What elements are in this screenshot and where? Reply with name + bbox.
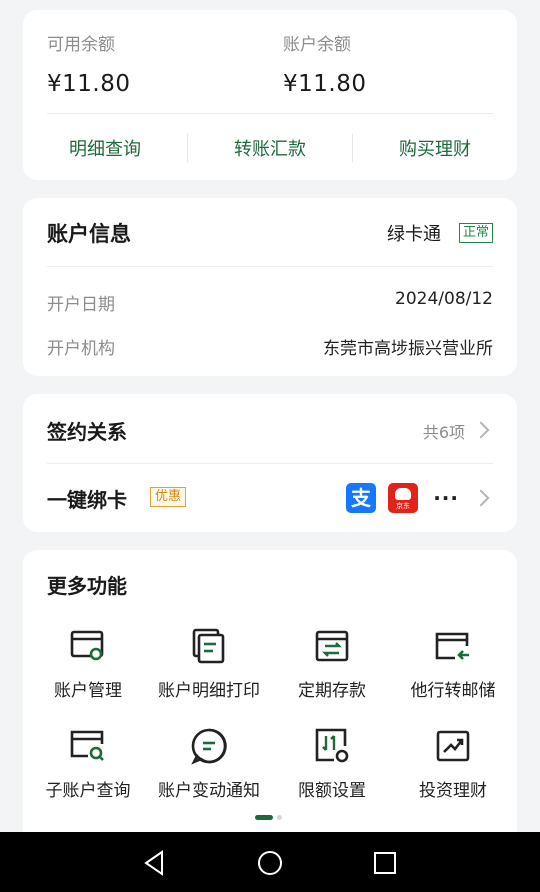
function-label: 账户变动通知 bbox=[158, 781, 260, 801]
sub-account-search-button[interactable]: 子账户查询 bbox=[26, 726, 150, 801]
discount-badge: 优惠 bbox=[150, 487, 187, 507]
account-balance: 账户余额 ¥11.80 bbox=[283, 30, 366, 97]
more-functions-title: 更多功能 bbox=[47, 574, 127, 598]
signing-card: 签约关系 共6项 一键绑卡 优惠 支 京东 ··· bbox=[23, 394, 517, 532]
available-balance-amount: ¥11.80 bbox=[47, 71, 131, 97]
function-label: 他行转邮储 bbox=[410, 681, 496, 701]
account-info-title: 账户信息 bbox=[47, 222, 131, 246]
home-icon[interactable] bbox=[255, 848, 285, 878]
signing-title[interactable]: 签约关系 bbox=[47, 416, 127, 445]
transfer-in-button[interactable]: 他行转邮储 bbox=[391, 626, 515, 701]
fixed-deposit-button[interactable]: 定期存款 bbox=[270, 626, 394, 701]
open-branch-label: 开户机构 bbox=[47, 339, 115, 359]
function-label: 限额设置 bbox=[298, 781, 366, 801]
page-dot bbox=[277, 815, 282, 820]
jd-label: 京东 bbox=[396, 502, 410, 510]
alipay-icon[interactable]: 支 bbox=[346, 483, 376, 513]
function-label: 投资理财 bbox=[419, 781, 487, 801]
detail-query-button[interactable]: 明细查询 bbox=[23, 135, 187, 161]
account-manage-icon bbox=[70, 630, 104, 661]
function-label: 定期存款 bbox=[298, 681, 366, 701]
transfer-button[interactable]: 转账汇款 bbox=[188, 135, 352, 161]
open-date-label: 开户日期 bbox=[47, 295, 115, 315]
buy-wealth-button[interactable]: 购买理财 bbox=[353, 135, 517, 161]
chevron-right-icon[interactable] bbox=[472, 421, 490, 439]
account-balance-label: 账户余额 bbox=[283, 35, 351, 55]
balance-card: 可用余额 ¥11.80 账户余额 ¥11.80 明细查询 转账汇款 购买理财 bbox=[23, 10, 517, 180]
limit-settings-icon bbox=[315, 728, 349, 763]
limit-settings-button[interactable]: 限额设置 bbox=[270, 726, 394, 801]
transfer-in-icon bbox=[435, 632, 469, 660]
available-balance-label: 可用余额 bbox=[47, 35, 115, 55]
fixed-deposit-icon bbox=[315, 630, 349, 662]
balance-actions: 明细查询 转账汇款 购买理财 bbox=[23, 128, 517, 168]
change-notification-button[interactable]: 账户变动通知 bbox=[147, 726, 271, 801]
investment-button[interactable]: 投资理财 bbox=[391, 726, 515, 801]
system-navigation-bar bbox=[0, 832, 540, 892]
print-icon bbox=[192, 628, 225, 664]
recents-icon[interactable] bbox=[370, 848, 400, 878]
more-icon[interactable]: ··· bbox=[433, 486, 459, 510]
card-name: 绿卡通 bbox=[387, 224, 441, 245]
account-manage-button[interactable]: 账户管理 bbox=[26, 626, 150, 701]
back-icon[interactable] bbox=[140, 848, 170, 878]
status-badge: 正常 bbox=[458, 223, 493, 243]
divider bbox=[47, 463, 493, 464]
detail-print-button[interactable]: 账户明细打印 bbox=[147, 626, 271, 701]
open-branch-value: 东莞市高埗振兴营业所 bbox=[323, 339, 493, 359]
jd-dog-shape bbox=[395, 488, 411, 500]
investment-icon bbox=[436, 730, 470, 762]
divider bbox=[47, 113, 493, 114]
available-balance: 可用余额 ¥11.80 bbox=[47, 30, 130, 97]
open-date-value: 2024/08/12 bbox=[395, 289, 493, 309]
function-label: 账户管理 bbox=[54, 681, 122, 701]
account-info-card: 账户信息 绿卡通 正常 开户日期 2024/08/12 开户机构 东莞市高埗振兴… bbox=[23, 198, 517, 376]
function-label: 账户明细打印 bbox=[158, 681, 260, 701]
divider bbox=[47, 266, 493, 267]
chevron-right-icon[interactable] bbox=[472, 489, 490, 507]
page-dot-active bbox=[255, 815, 273, 820]
more-functions-card: 更多功能 账户管理 账户明细打印 定期存款 他行转邮储 子账户查询 账户变动通知… bbox=[23, 550, 517, 850]
jd-icon[interactable]: 京东 bbox=[388, 483, 418, 513]
notification-icon bbox=[191, 728, 227, 765]
one-click-bind-title[interactable]: 一键绑卡 bbox=[47, 484, 127, 513]
sub-account-search-icon bbox=[70, 730, 104, 761]
signing-count[interactable]: 共6项 bbox=[423, 419, 465, 443]
account-balance-amount: ¥11.80 bbox=[283, 71, 367, 97]
function-label: 子账户查询 bbox=[45, 781, 131, 801]
